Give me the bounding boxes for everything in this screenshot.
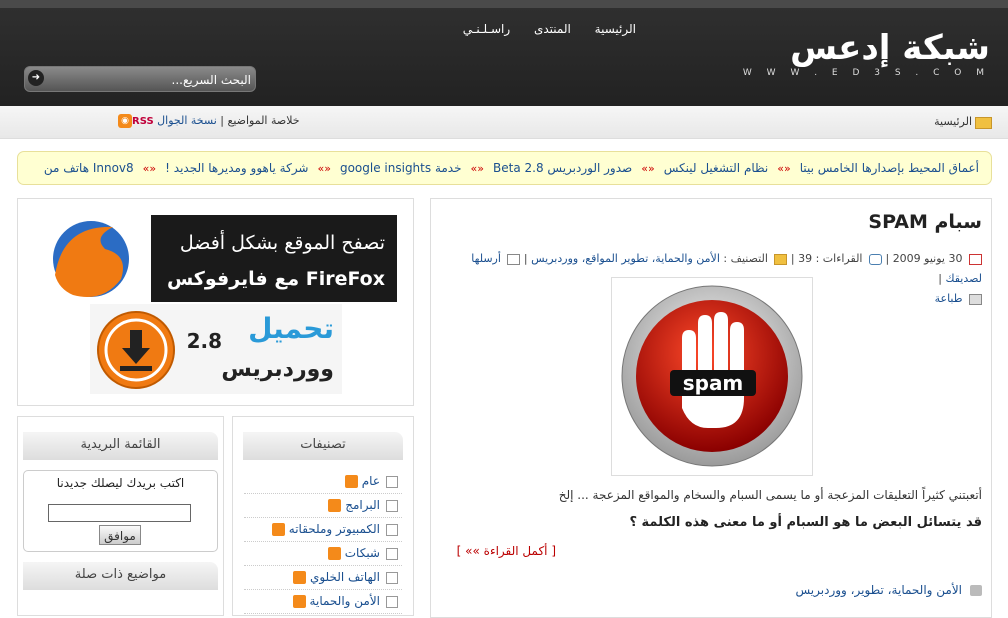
ticker-item[interactable]: نظام التشغيل لينكس [664, 161, 769, 175]
post-categories[interactable]: الأمن والحماية، تطوير المواقع، ووردبريس [531, 252, 720, 265]
wp-version: 2.8 [187, 329, 222, 353]
ticker-item[interactable]: Innov8 هاتف من [44, 161, 134, 175]
ticker-separator: «» [142, 162, 157, 175]
ticker-separator: «» [641, 162, 655, 175]
firefox-banner[interactable]: تصفح الموقع بشكل أفضل مع فايرفوكس FireFo… [33, 215, 397, 302]
feed-icon[interactable] [327, 547, 341, 560]
site-logo[interactable]: شبكة إدعس W W W . E D 3 S . C O M [743, 30, 990, 78]
category-link[interactable]: شبكات [345, 546, 380, 560]
folder-icon [975, 117, 992, 129]
ticker-separator: «» [470, 162, 484, 175]
category-item: البرامج [244, 494, 402, 518]
spam-word: spam [683, 371, 744, 395]
folder-icon [774, 253, 788, 265]
top-links: ◉ RSS خلاصة المواضيع | نسخة الجوال [118, 114, 300, 128]
category-checkbox[interactable] [386, 500, 398, 512]
wp-name: ووردبريس [221, 357, 334, 382]
related-title: مواضيع ذات صلة [74, 567, 167, 582]
category-item: الأمن والحماية [244, 590, 402, 614]
search-input[interactable] [51, 70, 253, 90]
print-icon [969, 293, 982, 305]
category-checkbox[interactable] [386, 476, 398, 488]
rss-label[interactable]: RSS [132, 116, 154, 127]
logo-text: شبكة إدعس [790, 28, 990, 68]
breadcrumb: الرئيسية [934, 115, 972, 128]
firefox-line1: تصفح الموقع بشكل أفضل [180, 230, 385, 254]
post-excerpt: أتعبتني كثيراً التعليقات المزعجة أو ما ي… [558, 488, 982, 502]
comment-icon [868, 253, 882, 265]
category-checkbox[interactable] [386, 596, 398, 608]
ticker-item[interactable]: أعماق المحيط بإصدارها الخامس بيتا [800, 161, 979, 175]
category-item: الهاتف الخلوي [244, 566, 402, 590]
category-link[interactable]: الهاتف الخلوي [310, 570, 380, 584]
quick-search: ➜ [24, 66, 256, 92]
category-link[interactable]: عام [362, 474, 380, 488]
breadcrumb-home[interactable]: الرئيسية [934, 115, 972, 128]
top-strip [0, 0, 1008, 8]
email-field[interactable] [48, 504, 191, 522]
category-checkbox[interactable] [386, 524, 398, 536]
ticker-separator: «» [777, 162, 791, 175]
ticker-item[interactable]: شركة ياهوو ومديرها الجديد ! [165, 161, 308, 175]
print-link[interactable]: طباعة [935, 292, 963, 305]
category-link[interactable]: الكمبيوتر وملحقاته [289, 522, 380, 536]
categories-list: عام البرامج الكمبيوتر وملحقاته شبكات اله… [244, 470, 402, 614]
tag-icon [970, 585, 982, 596]
post-tags: الأمن والحماية، تطوير، ووردبريس [796, 583, 963, 597]
categories-title: تصنيفات [300, 437, 346, 452]
category-item: الكمبيوتر وملحقاته [244, 518, 402, 542]
post-date: 30 يونيو 2009 [892, 252, 963, 265]
mailing-list-title: القائمة البريدية [80, 437, 161, 452]
post-image: spam [611, 277, 813, 476]
nav-home[interactable]: الرئيسية [595, 22, 636, 36]
feed-icon[interactable] [292, 595, 306, 608]
post-reads: القراءات : 39 [798, 252, 863, 265]
nav-forum[interactable]: المنتدى [534, 22, 571, 36]
feed-icon[interactable] [271, 523, 285, 536]
feed-link[interactable]: خلاصة المواضيع [227, 114, 299, 127]
category-link[interactable]: البرامج [345, 498, 380, 512]
feed-icon[interactable] [328, 499, 342, 512]
mailing-prompt: اكتب بريدك ليصلك جديدنا [56, 476, 185, 490]
category-checkbox[interactable] [386, 572, 398, 584]
mobile-link[interactable]: نسخة الجوال [157, 114, 217, 127]
rss-icon[interactable]: ◉ [118, 114, 132, 128]
main-nav: الرئيسية المنتدى راسـلـنـي [443, 22, 636, 36]
read-more-link[interactable]: [ أكمل القراءة »» ] [457, 544, 556, 558]
category-checkbox[interactable] [386, 548, 398, 560]
post-title[interactable]: سبام SPAM [868, 211, 982, 233]
feed-icon[interactable] [292, 571, 306, 584]
category-item: شبكات [244, 542, 402, 566]
feed-icon[interactable] [344, 475, 358, 488]
nav-contact[interactable]: راسـلـنـي [463, 22, 510, 36]
category-item: عام [244, 470, 402, 494]
wp-download-word: تحميل [248, 312, 334, 345]
category-label: التصنيف : [723, 252, 768, 265]
logo-url: W W W . E D 3 S . C O M [742, 68, 990, 78]
post-question: قد يتسائل البعض ما هو السبام أو ما معنى … [629, 515, 982, 530]
wordpress-download-banner[interactable]: تحميل 2.8 ووردبريس [90, 304, 342, 394]
ticker-item[interactable]: صدور الوردبريس Beta 2.8 [493, 161, 632, 175]
ticker-item[interactable]: خدمة google insights [340, 161, 462, 175]
ticker-separator: «» [317, 162, 331, 175]
post-tags-link[interactable]: الأمن والحماية، تطوير، ووردبريس [796, 583, 963, 597]
firefox-line2: مع فايرفوكس FireFox [167, 268, 385, 290]
subscribe-button[interactable]: موافق [99, 525, 141, 545]
spam-stop-icon: spam [621, 285, 803, 467]
calendar-icon [969, 253, 982, 265]
mail-icon [507, 253, 521, 265]
news-ticker: أعماق المحيط بإصدارها الخامس بيتا «» نظام … [17, 151, 992, 185]
search-go-icon[interactable]: ➜ [28, 70, 44, 86]
